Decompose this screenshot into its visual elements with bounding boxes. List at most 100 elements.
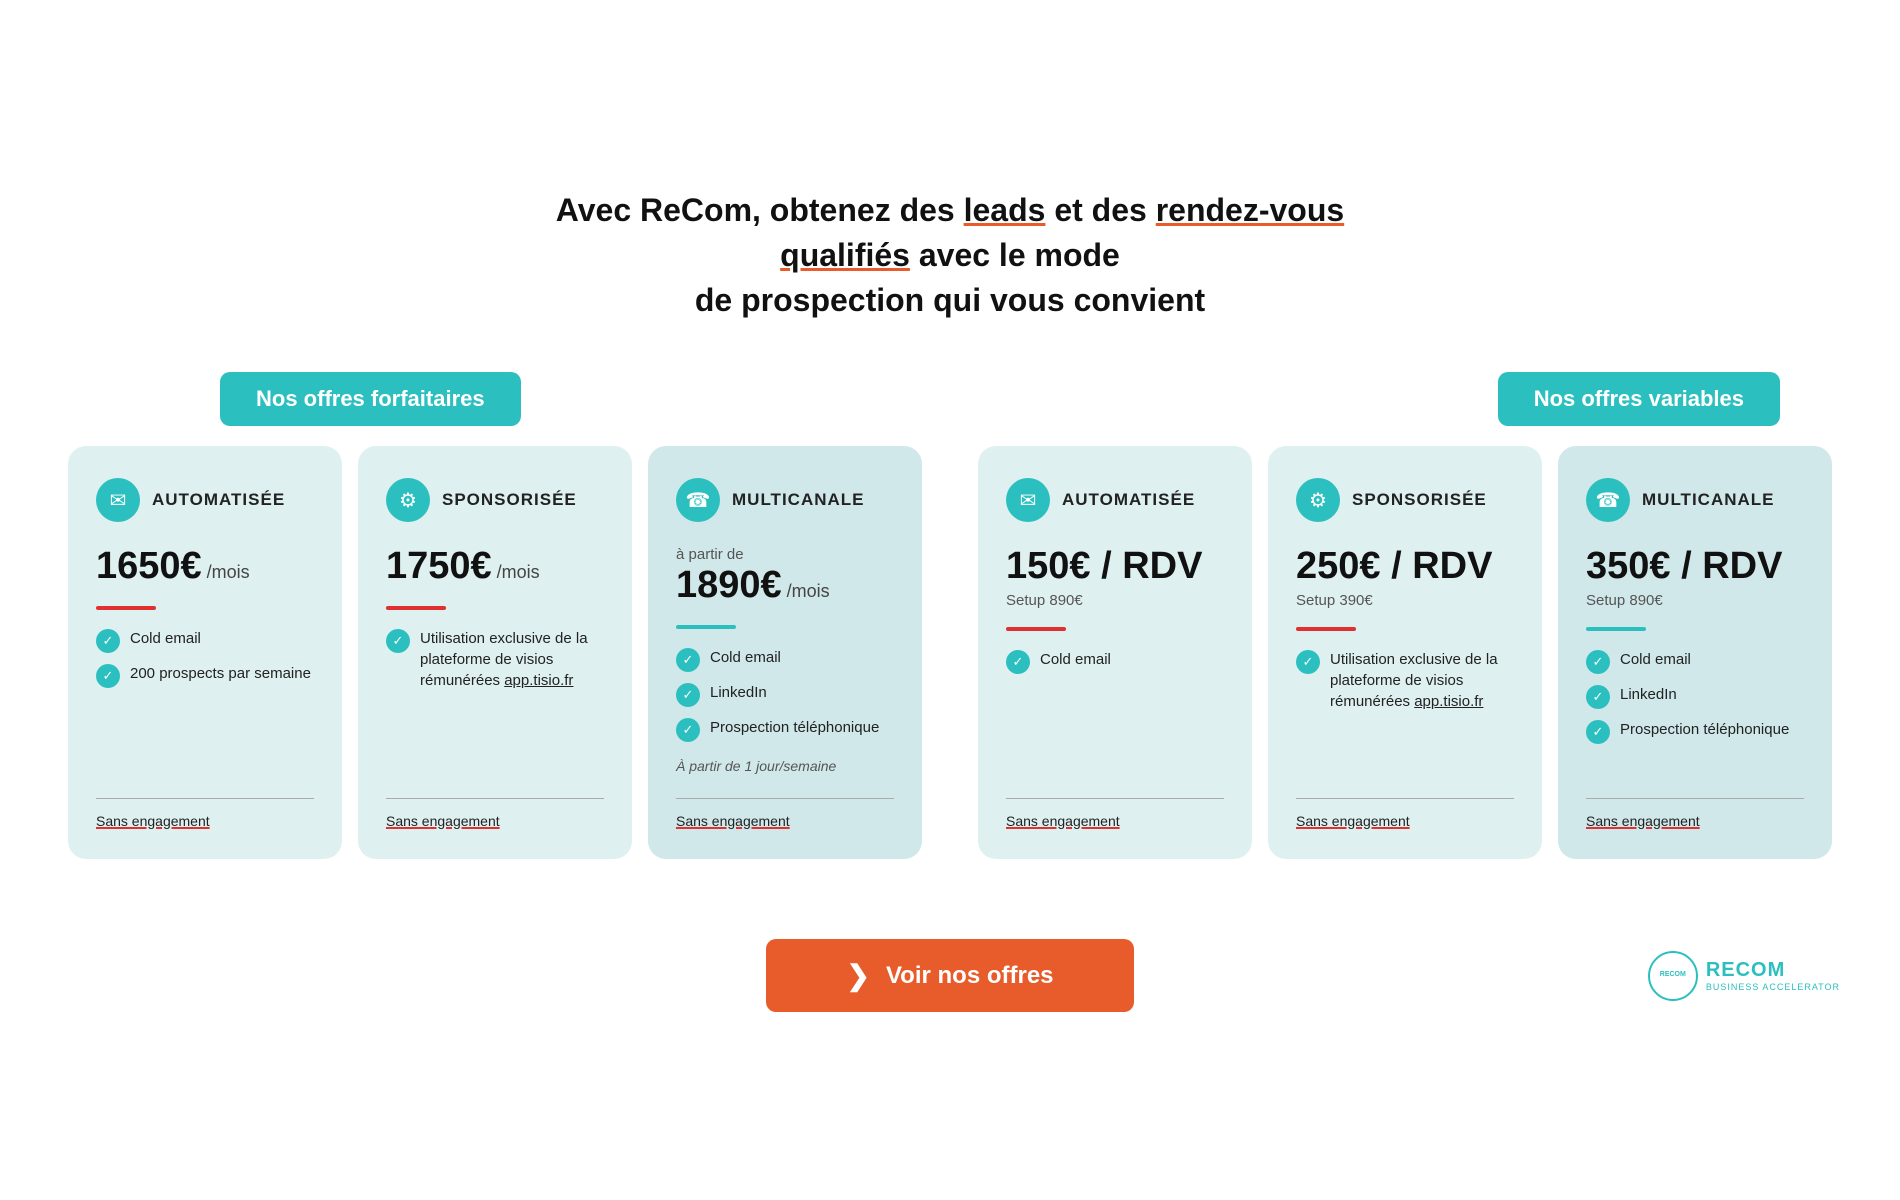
check-icon: ✓ <box>1586 685 1610 709</box>
features-auto2: ✓ Cold email <box>1006 649 1224 774</box>
main-headline: Avec ReCom, obtenez des leads et des ren… <box>500 188 1400 322</box>
tisio-link[interactable]: app.tisio.fr <box>504 672 573 689</box>
check-icon: ✓ <box>96 629 120 653</box>
card-price-sub-multi2: Setup 890€ <box>1586 592 1804 609</box>
card-variable-auto: ✉ AUTOMATISÉE 150€ / RDV Setup 890€ ✓ Co… <box>978 446 1252 859</box>
card-price-prefix-multi1: à partir de <box>676 546 894 563</box>
check-icon: ✓ <box>676 718 700 742</box>
card-header-multi2: ☎ MULTICANALE <box>1586 478 1804 522</box>
tisio-link[interactable]: app.tisio.fr <box>1414 693 1483 710</box>
feature-cold-email: ✓ Cold email <box>1586 649 1804 674</box>
card-title-auto1: AUTOMATISÉE <box>152 490 285 510</box>
card-footer-multi2: Sans engagement <box>1586 798 1804 831</box>
card-footer-auto2: Sans engagement <box>1006 798 1224 831</box>
feature-label: Cold email <box>1620 649 1691 670</box>
brand-sub: BUSINESS ACCELERATOR <box>1706 982 1840 992</box>
feature-label: Utilisation exclusive de la plateforme d… <box>420 628 604 691</box>
divider-spon2 <box>1296 627 1356 631</box>
headline-rdv: rendez-vous qualifiés <box>780 192 1344 273</box>
divider-multi1 <box>676 625 736 629</box>
feature-linkedin: ✓ LinkedIn <box>676 682 894 707</box>
card-title-multi1: MULTICANALE <box>732 490 865 510</box>
brand-logo: RECOM RECOM BUSINESS ACCELERATOR <box>1648 951 1840 1001</box>
sans-engagement: Sans engagement <box>96 813 210 829</box>
check-icon: ✓ <box>676 683 700 707</box>
card-title-multi2: MULTICANALE <box>1642 490 1775 510</box>
divider-spon1 <box>386 606 446 610</box>
card-price-auto1: 1650€ /mois <box>96 546 314 588</box>
feature-label: 200 prospects par semaine <box>130 663 311 684</box>
feature-prospection-tel: ✓ Prospection téléphonique <box>676 717 894 742</box>
features-multi1: ✓ Cold email ✓ LinkedIn ✓ Prospection té… <box>676 647 894 774</box>
card-price-spon1: 1750€ /mois <box>386 546 604 588</box>
card-price-sub-spon2: Setup 390€ <box>1296 592 1514 609</box>
feature-platform: ✓ Utilisation exclusive de la plateforme… <box>386 628 604 691</box>
feature-platform: ✓ Utilisation exclusive de la plateforme… <box>1296 649 1514 712</box>
card-footer-auto1: Sans engagement <box>96 798 314 831</box>
check-icon: ✓ <box>676 648 700 672</box>
check-icon: ✓ <box>96 664 120 688</box>
card-price-spon2: 250€ / RDV <box>1296 546 1514 588</box>
feature-linkedin: ✓ LinkedIn <box>1586 684 1804 709</box>
section-labels-row: Nos offres forfaitaires Nos offres varia… <box>60 372 1840 426</box>
card-header-auto1: ✉ AUTOMATISÉE <box>96 478 314 522</box>
card-header-multi1: ☎ MULTICANALE <box>676 478 894 522</box>
card-title-auto2: AUTOMATISÉE <box>1062 490 1195 510</box>
features-auto1: ✓ Cold email ✓ 200 prospects par semaine <box>96 628 314 774</box>
brand-name: RECOM <box>1706 959 1840 982</box>
card-price-sub-auto2: Setup 890€ <box>1006 592 1224 609</box>
card-forfaitaire-multi: ☎ MULTICANALE à partir de 1890€ /mois ✓ … <box>648 446 922 859</box>
phone-icon: ☎ <box>1586 478 1630 522</box>
gear-icon: ⚙ <box>386 478 430 522</box>
card-title-spon2: SPONSORISÉE <box>1352 490 1487 510</box>
divider-auto1 <box>96 606 156 610</box>
sans-engagement: Sans engagement <box>1006 813 1120 829</box>
check-icon: ✓ <box>1296 650 1320 674</box>
card-header-auto2: ✉ AUTOMATISÉE <box>1006 478 1224 522</box>
feature-label: Cold email <box>1040 649 1111 670</box>
brand-logo-circle: RECOM <box>1648 951 1698 1001</box>
card-variable-multi: ☎ MULTICANALE 350€ / RDV Setup 890€ ✓ Co… <box>1558 446 1832 859</box>
bottom-row: ❯ Voir nos offres RECOM RECOM BUSINESS A… <box>60 939 1840 1012</box>
arrow-icon: ❯ <box>846 959 869 992</box>
feature-italic: À partir de 1 jour/semaine <box>676 758 894 774</box>
feature-label: Cold email <box>710 647 781 668</box>
email-icon: ✉ <box>1006 478 1050 522</box>
check-icon: ✓ <box>1006 650 1030 674</box>
card-price-multi2: 350€ / RDV <box>1586 546 1804 588</box>
voir-offres-button[interactable]: ❯ Voir nos offres <box>766 939 1133 1012</box>
check-icon: ✓ <box>1586 720 1610 744</box>
email-icon: ✉ <box>96 478 140 522</box>
feature-prospection-tel: ✓ Prospection téléphonique <box>1586 719 1804 744</box>
feature-label: Cold email <box>130 628 201 649</box>
feature-label: Prospection téléphonique <box>710 717 879 738</box>
feature-label: LinkedIn <box>710 682 767 703</box>
group-gap <box>930 446 970 859</box>
card-header-spon1: ⚙ SPONSORISÉE <box>386 478 604 522</box>
check-icon: ✓ <box>1586 650 1610 674</box>
features-spon1: ✓ Utilisation exclusive de la plateforme… <box>386 628 604 774</box>
features-spon2: ✓ Utilisation exclusive de la plateforme… <box>1296 649 1514 774</box>
cards-wrapper: ✉ AUTOMATISÉE 1650€ /mois ✓ Cold email ✓… <box>60 446 1840 859</box>
check-icon: ✓ <box>386 629 410 653</box>
card-header-spon2: ⚙ SPONSORISÉE <box>1296 478 1514 522</box>
card-price-auto2: 150€ / RDV <box>1006 546 1224 588</box>
sans-engagement: Sans engagement <box>676 813 790 829</box>
headline-leads: leads <box>964 192 1046 228</box>
card-footer-spon1: Sans engagement <box>386 798 604 831</box>
divider-multi2 <box>1586 627 1646 631</box>
card-title-spon1: SPONSORISÉE <box>442 490 577 510</box>
divider-auto2 <box>1006 627 1066 631</box>
card-variable-spon: ⚙ SPONSORISÉE 250€ / RDV Setup 390€ ✓ Ut… <box>1268 446 1542 859</box>
gear-icon: ⚙ <box>1296 478 1340 522</box>
features-multi2: ✓ Cold email ✓ LinkedIn ✓ Prospection té… <box>1586 649 1804 774</box>
card-forfaitaire-auto: ✉ AUTOMATISÉE 1650€ /mois ✓ Cold email ✓… <box>68 446 342 859</box>
card-footer-spon2: Sans engagement <box>1296 798 1514 831</box>
brand-text: RECOM BUSINESS ACCELERATOR <box>1706 959 1840 992</box>
feature-prospects: ✓ 200 prospects par semaine <box>96 663 314 688</box>
card-price-multi1: 1890€ /mois <box>676 565 894 607</box>
feature-label: LinkedIn <box>1620 684 1677 705</box>
card-forfaitaire-spon: ⚙ SPONSORISÉE 1750€ /mois ✓ Utilisation … <box>358 446 632 859</box>
feature-label: Utilisation exclusive de la plateforme d… <box>1330 649 1514 712</box>
voir-offres-label: Voir nos offres <box>886 962 1054 990</box>
